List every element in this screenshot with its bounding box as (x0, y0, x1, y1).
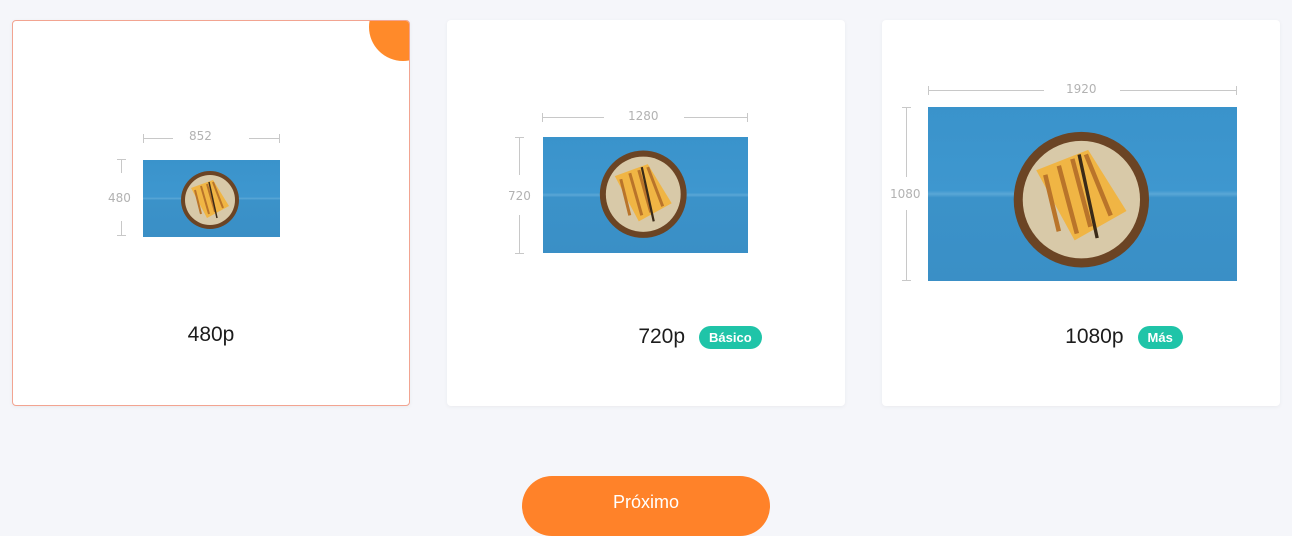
resolution-label: 480p (187, 323, 235, 346)
resolution-label: 720p (638, 325, 686, 348)
height-dim-line-top (121, 159, 122, 173)
height-dim-label: 480 (108, 191, 131, 205)
height-dim-line-top (519, 137, 520, 175)
plan-badge-mas: Más (1137, 325, 1183, 349)
width-dim-label: 852 (189, 129, 212, 143)
height-dim-line-bottom (121, 221, 122, 235)
height-dim-label: 1080 (890, 187, 921, 201)
width-dim-line-right (684, 117, 747, 118)
selected-check-badge (369, 20, 410, 61)
height-dim-tick-bottom (902, 280, 911, 281)
plan-badge-basico: Básico (699, 325, 762, 349)
resolution-label-row: 1080p Más (882, 325, 1280, 349)
height-dim-tick-bottom (117, 235, 126, 236)
height-dim-tick-bottom (515, 253, 524, 254)
resolution-option-480p[interactable]: 852 480 480p (12, 20, 410, 406)
sandwich-image (543, 137, 748, 253)
check-icon (409, 20, 410, 21)
width-dim-label: 1920 (1066, 82, 1097, 96)
height-dim-line-bottom (906, 210, 907, 280)
width-dim-tick-right (279, 134, 280, 143)
height-dim-line-top (906, 107, 907, 177)
height-dim-label: 720 (508, 189, 531, 203)
width-dim-label: 1280 (628, 109, 659, 123)
width-dim-tick-right (747, 113, 748, 122)
width-dim-line-left (542, 117, 604, 118)
width-dim-line-right (249, 138, 279, 139)
resolution-label: 1080p (1065, 325, 1124, 348)
next-button[interactable]: Próximo (522, 476, 770, 536)
resolution-option-1080p[interactable]: 1920 1080 1080p Más (882, 20, 1280, 406)
width-dim-tick-right (1236, 86, 1237, 95)
width-dim-line-left (143, 138, 173, 139)
sandwich-image (928, 107, 1237, 281)
width-dim-line-right (1120, 90, 1236, 91)
height-dim-line-bottom (519, 215, 520, 253)
width-dim-line-left (928, 90, 1044, 91)
sandwich-image (143, 160, 280, 237)
resolution-option-720p[interactable]: 1280 720 720p Básico (447, 20, 845, 406)
resolution-label-row: 480p (13, 323, 409, 347)
resolution-label-row: 720p Básico (447, 325, 845, 349)
